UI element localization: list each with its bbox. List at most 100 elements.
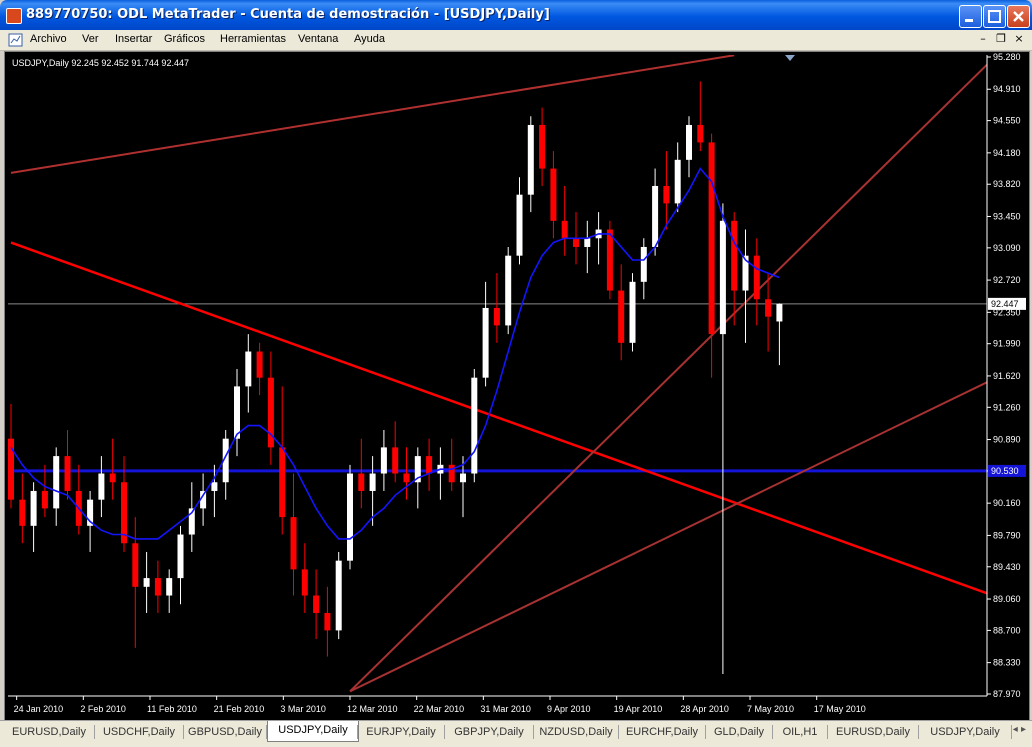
time-tick-label: 17 May 2010: [814, 704, 866, 714]
mdi-restore-icon[interactable]: ❐: [993, 32, 1009, 47]
chart-window[interactable]: 95.280 94.910 94.550 94.180 93.820 93.450 93.0…: [4, 51, 1030, 721]
maximize-button[interactable]: [983, 5, 1006, 28]
level-price-label: 90.530: [991, 466, 1019, 476]
candle-body: [245, 351, 252, 387]
candle-body: [697, 124, 704, 143]
candle-body: [347, 473, 353, 561]
tab-oil-h1[interactable]: OIL,H1: [773, 723, 827, 741]
chart-window-icon: [8, 33, 23, 47]
price-tick-label: 89.790: [993, 530, 1021, 540]
candle-body: [380, 447, 387, 474]
tab-gld-daily[interactable]: GLD,Daily: [706, 723, 772, 741]
candle-body: [369, 473, 376, 491]
candle-body: [776, 303, 783, 322]
menu-herramientas[interactable]: Herramientas: [220, 33, 286, 45]
tab-eurusd-daily[interactable]: EURUSD,Daily: [828, 723, 918, 741]
symbol-tab-bar: EURUSD,Daily USDCHF,Daily GBPUSD,Daily USDJ…: [0, 720, 1032, 747]
tab-usdjpy-daily[interactable]: USDJPY,Daily: [267, 721, 359, 742]
candle-body: [234, 386, 240, 439]
mdi-minimize-icon[interactable]: –: [975, 32, 991, 47]
menu-ayuda[interactable]: Ayuda: [354, 33, 385, 45]
candle-body: [154, 578, 161, 596]
menu-insertar[interactable]: Insertar: [115, 33, 152, 45]
time-tick-label: 12 Mar 2010: [347, 704, 398, 714]
candle-body: [561, 220, 568, 239]
candle-body: [640, 246, 647, 282]
candle-body: [629, 281, 636, 343]
candle-body: [471, 377, 478, 474]
candle-body: [550, 168, 557, 221]
candle-body: [98, 473, 105, 500]
candle-body: [313, 595, 320, 613]
candle-body: [335, 560, 342, 631]
tab-eurjpy-daily[interactable]: EURJPY,Daily: [358, 723, 444, 741]
price-tick-label: 95.280: [993, 52, 1021, 62]
time-tick-label: 9 Apr 2010: [547, 704, 591, 714]
time-tick-label: 21 Feb 2010: [214, 704, 265, 714]
candle-body: [211, 482, 218, 491]
price-tick-label: 91.620: [993, 371, 1021, 381]
candle-body: [324, 612, 331, 631]
candle-body: [358, 473, 365, 491]
menu-bar: Archivo Ver Insertar Gráficos Herramient…: [0, 30, 1032, 51]
candle-body: [53, 456, 60, 509]
trendline-uptrend-shallow[interactable]: [349, 373, 1005, 693]
time-tick-label: 19 Apr 2010: [614, 704, 663, 714]
candle-body: [392, 447, 399, 474]
candle-body: [301, 569, 308, 596]
tab-eurusd-daily[interactable]: EURUSD,Daily: [4, 723, 94, 741]
candle-body: [573, 238, 579, 247]
candle-body: [177, 534, 184, 579]
candle-body: [64, 456, 71, 491]
candle-body: [719, 220, 726, 335]
chart-shift-marker-icon[interactable]: [785, 55, 795, 61]
tab-usdchf-daily[interactable]: USDCHF,Daily: [95, 723, 183, 741]
candle-body: [460, 473, 466, 483]
price-tick-label: 92.720: [993, 275, 1021, 285]
price-tick-label: 87.970: [993, 689, 1021, 699]
time-tick-label: 24 Jan 2010: [14, 704, 64, 714]
candle-body: [584, 238, 591, 247]
title-bar: 889770750: ODL MetaTrader - Cuenta de de…: [0, 0, 1032, 30]
price-tick-label: 88.700: [993, 625, 1021, 635]
candle-body: [426, 456, 433, 474]
candle-body: [686, 124, 692, 160]
candle-body: [166, 578, 173, 596]
menu-graficos[interactable]: Gráficos: [164, 33, 205, 45]
candle-body: [618, 290, 625, 343]
price-chart[interactable]: 95.280 94.910 94.550 94.180 93.820 93.450 93.0…: [5, 52, 1029, 720]
candle-body: [505, 255, 512, 326]
minimize-button[interactable]: [959, 5, 982, 28]
candle-body: [731, 220, 738, 291]
menu-archivo[interactable]: Archivo: [30, 33, 67, 45]
mdi-close-icon[interactable]: ×: [1011, 32, 1027, 47]
candle-body: [143, 578, 150, 587]
candle-body: [527, 124, 534, 195]
time-tick-label: 31 Mar 2010: [480, 704, 531, 714]
tab-eurchf-daily[interactable]: EURCHF,Daily: [619, 723, 705, 741]
tab-nzdusd-daily[interactable]: NZDUSD,Daily: [534, 723, 618, 741]
price-tick-label: 90.160: [993, 498, 1021, 508]
trendline-upper-channel[interactable]: [10, 55, 735, 174]
candle-body: [516, 194, 523, 256]
tab-gbpjpy-daily[interactable]: GBPJPY,Daily: [445, 723, 533, 741]
time-tick-label: 22 Mar 2010: [414, 704, 465, 714]
candle-body: [606, 229, 613, 291]
candle-body: [19, 499, 26, 526]
menu-ver[interactable]: Ver: [82, 33, 99, 45]
price-tick-label: 93.820: [993, 179, 1021, 189]
price-tick-label: 90.890: [993, 435, 1021, 445]
price-tick-label: 94.910: [993, 84, 1021, 94]
tab-gbpusd-daily[interactable]: GBPUSD,Daily: [184, 723, 266, 741]
candle-body: [493, 307, 500, 326]
price-tick-label: 91.990: [993, 339, 1021, 349]
tab-usdjpy-daily[interactable]: USDJPY,Daily: [919, 723, 1011, 741]
candle-body: [708, 142, 715, 335]
candle-body: [290, 517, 297, 570]
price-tick-label: 88.330: [993, 658, 1021, 668]
tab-scroll-arrows-icon[interactable]: ◂ ▸: [1013, 724, 1026, 735]
close-button[interactable]: [1007, 5, 1030, 28]
candle-body: [448, 464, 455, 483]
chart-header: USDJPY,Daily 92.245 92.452 91.744 92.447: [12, 58, 189, 68]
menu-ventana[interactable]: Ventana: [298, 33, 338, 45]
